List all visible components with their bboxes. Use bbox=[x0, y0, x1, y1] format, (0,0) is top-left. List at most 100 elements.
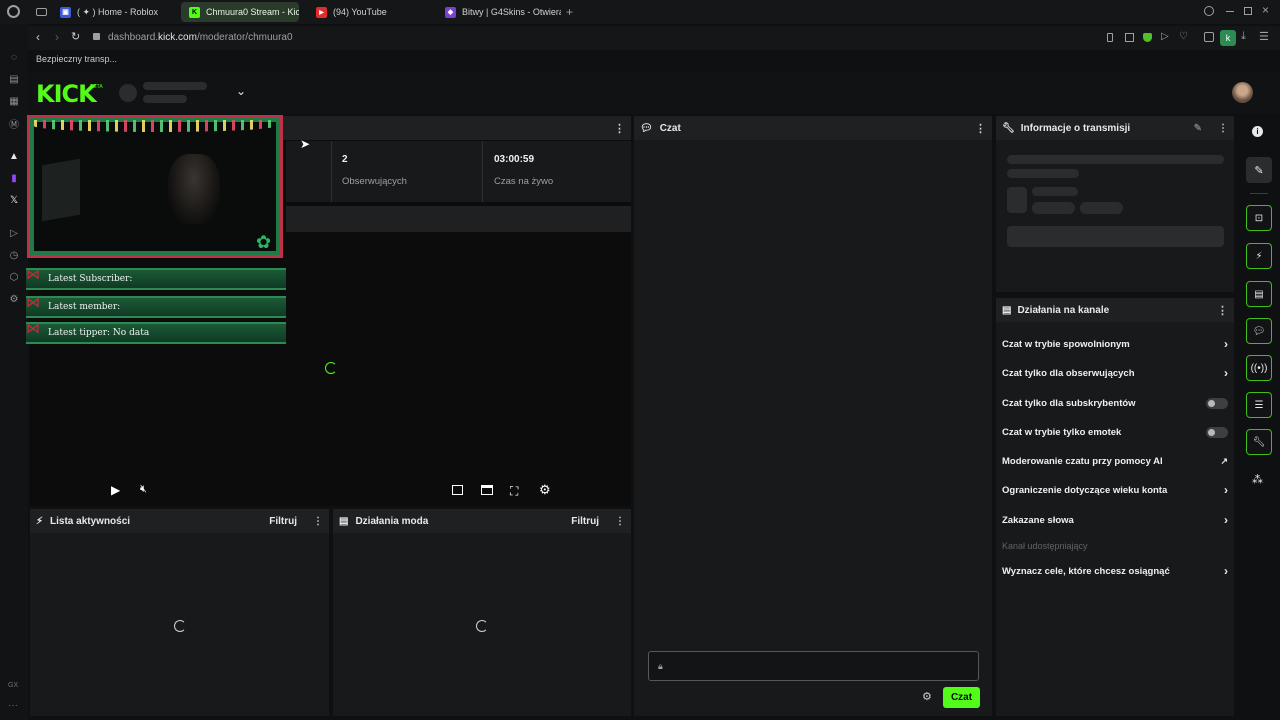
chevron-right-icon: › bbox=[1224, 513, 1228, 527]
edit-tool-icon[interactable]: ✎ bbox=[1246, 157, 1272, 183]
stream-info-skeleton bbox=[1032, 187, 1078, 196]
kick-icon: K bbox=[189, 6, 200, 18]
adblock-shield-icon[interactable] bbox=[1143, 33, 1152, 42]
subscribers-only-toggle[interactable] bbox=[1206, 397, 1228, 409]
player-icon[interactable]: ▷ bbox=[1161, 31, 1169, 42]
settings-icon[interactable]: ⚙ bbox=[6, 291, 22, 307]
mod-actions-filter-button[interactable]: Filtruj bbox=[571, 516, 599, 527]
close-window-icon[interactable]: × bbox=[1262, 3, 1269, 17]
account-age-label: Ograniczenie dotyczące wieku konta bbox=[1002, 484, 1168, 496]
pin-icon[interactable] bbox=[1107, 33, 1113, 42]
more-icon[interactable]: ··· bbox=[8, 700, 18, 711]
activity-filter-button[interactable]: Filtruj bbox=[269, 516, 297, 527]
play-icon[interactable]: ▶ bbox=[111, 483, 120, 497]
layout-icon[interactable]: ☰ bbox=[1246, 392, 1272, 418]
pip-icon[interactable] bbox=[452, 485, 463, 495]
stream-menu-icon[interactable]: ⋮ bbox=[614, 122, 625, 135]
activity-menu-icon[interactable]: ⋮ bbox=[313, 516, 323, 527]
theater-mode-icon[interactable] bbox=[481, 485, 493, 495]
stream-info-title: Informacje o transmisji bbox=[1020, 122, 1131, 134]
ai-moderation-row[interactable]: Moderowanie czatu przy pomocy AI ↗ bbox=[1002, 453, 1228, 469]
obs-scene-icon[interactable]: ⊡ bbox=[1246, 205, 1272, 231]
forward-icon[interactable]: › bbox=[55, 30, 59, 44]
search-tabs-icon[interactable] bbox=[1204, 6, 1214, 16]
more-tools-icon[interactable]: ⁂ bbox=[1252, 473, 1263, 486]
browser-menu-icon[interactable]: ☰ bbox=[1259, 30, 1269, 43]
back-icon[interactable]: ‹ bbox=[36, 30, 40, 44]
messenger-icon[interactable]: Ⓜ bbox=[6, 115, 22, 131]
followers-only-row[interactable]: Czat tylko dla obserwujących › bbox=[1002, 365, 1228, 381]
tab-kick[interactable]: K Chmuura0 Stream - Kick bbox=[181, 2, 299, 22]
mute-icon[interactable]: 🔇︎ bbox=[140, 483, 147, 496]
extensions-icon[interactable] bbox=[1204, 32, 1214, 42]
player-settings-icon[interactable]: ⚙ bbox=[539, 482, 551, 498]
broadcast-icon[interactable]: ((•)) bbox=[1246, 355, 1272, 381]
chat-settings-icon[interactable]: ⚙ bbox=[922, 690, 932, 703]
channel-avatar-placeholder bbox=[119, 84, 137, 102]
mod-actions-menu-icon[interactable]: ⋮ bbox=[615, 516, 625, 527]
reader-icon[interactable]: ▤ bbox=[6, 71, 22, 87]
url-field[interactable]: dashboard.kick.com/moderator/chmuura0 bbox=[108, 32, 293, 43]
lock-icon[interactable] bbox=[93, 33, 100, 40]
youtube-icon: ▶ bbox=[316, 6, 327, 18]
chat-menu-icon[interactable]: ⋮ bbox=[975, 122, 986, 135]
document-icon: ▤ bbox=[339, 515, 349, 527]
profile-avatar[interactable]: k bbox=[1220, 30, 1236, 46]
heart-icon[interactable]: ♡ bbox=[1179, 31, 1188, 42]
stats-divider bbox=[331, 141, 332, 202]
kick-logo[interactable]: KICK bbox=[36, 80, 97, 108]
player-sidebar-icon[interactable]: ▷ bbox=[6, 225, 22, 241]
download-icon[interactable]: ⤓ bbox=[1241, 30, 1246, 43]
minimize-icon[interactable] bbox=[1226, 11, 1234, 12]
chat-lock-icon: 🔒︎ bbox=[658, 661, 663, 671]
user-avatar[interactable] bbox=[1232, 82, 1253, 103]
latest-subscriber-bar: ⋈ Latest Subscriber: bbox=[26, 268, 286, 290]
maximize-icon[interactable] bbox=[1244, 7, 1252, 15]
slow-mode-row[interactable]: Czat w trybie spowolnionym › bbox=[1002, 336, 1228, 352]
x-twitter-icon[interactable]: 𝕏 bbox=[6, 192, 22, 208]
extensions-sidebar-icon[interactable]: ⬡ bbox=[6, 269, 22, 285]
news-icon[interactable]: ▦ bbox=[6, 93, 22, 109]
tab-youtube[interactable]: ▶ (94) YouTube bbox=[308, 2, 434, 22]
chat-input[interactable]: 🔒︎ bbox=[648, 651, 979, 681]
chat-send-button[interactable]: Czat bbox=[943, 687, 980, 708]
edit-pencil-icon[interactable]: ✎ bbox=[1194, 123, 1202, 134]
gx-label: GX bbox=[8, 682, 19, 689]
christmas-bow-icon: ✿ bbox=[256, 232, 272, 252]
aria-icon[interactable]: ◌ bbox=[6, 49, 22, 65]
chat-tool-icon[interactable]: 💬︎ bbox=[1246, 318, 1272, 344]
new-tab-icon[interactable]: + bbox=[566, 5, 573, 19]
channel-actions-panel bbox=[996, 298, 1234, 716]
stats-divider bbox=[482, 141, 483, 202]
snapshot-icon[interactable] bbox=[1125, 33, 1134, 42]
emote-only-toggle[interactable] bbox=[1206, 426, 1228, 438]
tab-roblox[interactable]: ▣ ( ✦ ) Home - Roblox bbox=[52, 2, 178, 22]
twitch-icon[interactable]: ▮ bbox=[6, 170, 22, 186]
tab-g4skins[interactable]: ◆ Bitwy | G4Skins - Otwiera bbox=[437, 2, 561, 22]
opera-logo-icon[interactable] bbox=[7, 5, 20, 18]
mod-log-icon[interactable]: ▤ bbox=[1246, 281, 1272, 307]
webcam-frame bbox=[27, 115, 283, 258]
banned-words-label: Zakazane słowa bbox=[1002, 514, 1074, 526]
activity-list-title: Lista aktywności bbox=[50, 515, 131, 527]
stats-row bbox=[286, 141, 631, 202]
stream-info-menu-icon[interactable]: ⋮ bbox=[1218, 123, 1228, 134]
kick-sidebar-icon[interactable]: ▲ bbox=[6, 148, 22, 164]
info-icon[interactable]: i bbox=[1252, 126, 1263, 137]
banned-words-row[interactable]: Zakazane słowa › bbox=[1002, 512, 1228, 528]
fullscreen-icon[interactable]: ⛶ bbox=[510, 484, 518, 499]
stream-info-skeleton bbox=[1032, 202, 1075, 214]
quick-actions-icon[interactable]: ⚡︎ bbox=[1246, 243, 1272, 269]
goals-row[interactable]: Wyznacz cele, które chcesz osiągnąć › bbox=[1002, 563, 1228, 579]
followers-only-label: Czat tylko dla obserwujących bbox=[1002, 367, 1135, 379]
tab-label: Chmuura0 Stream - Kick bbox=[206, 7, 299, 17]
workspaces-icon[interactable] bbox=[36, 8, 47, 16]
reload-icon[interactable]: ↻ bbox=[71, 30, 80, 43]
history-icon[interactable]: ◷ bbox=[6, 247, 22, 263]
channel-switch-chevron-icon[interactable]: ⌄ bbox=[236, 84, 246, 98]
tools-wrench-icon[interactable]: 🔧︎ bbox=[1246, 429, 1272, 455]
channel-actions-menu-icon[interactable]: ⋮ bbox=[1217, 304, 1228, 317]
account-age-row[interactable]: Ograniczenie dotyczące wieku konta › bbox=[1002, 482, 1228, 498]
chevron-right-icon: › bbox=[1224, 337, 1228, 351]
g4skins-icon: ◆ bbox=[445, 6, 456, 18]
